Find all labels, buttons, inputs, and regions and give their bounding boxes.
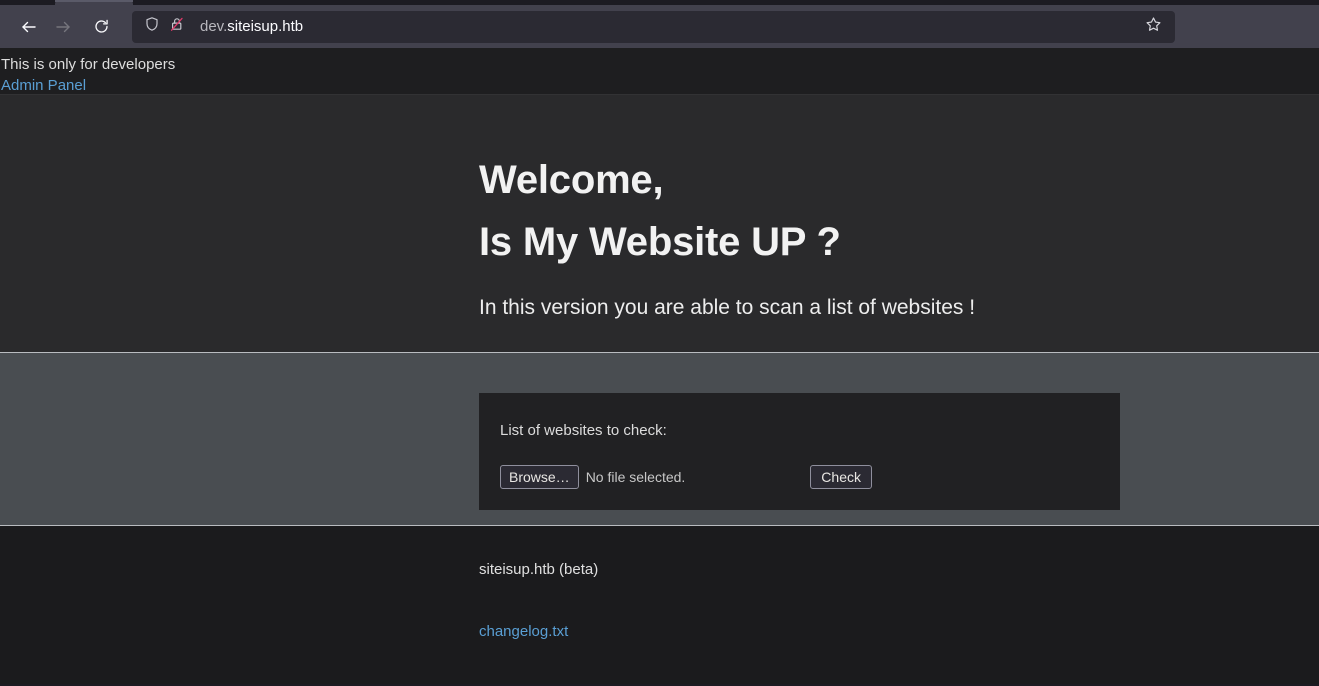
- url-prefix: dev.: [200, 18, 228, 35]
- developer-banner: This is only for developers Admin Panel: [0, 48, 1319, 94]
- crossed-out-lock-icon[interactable]: [169, 16, 185, 37]
- page-content: This is only for developers Admin Panel …: [0, 48, 1319, 686]
- hero-section: Welcome, Is My Website UP ? In this vers…: [0, 94, 1319, 352]
- shield-icon[interactable]: [144, 16, 160, 37]
- upload-card: List of websites to check: Browse… No fi…: [479, 393, 1120, 510]
- bookmark-star-icon: [1145, 16, 1162, 38]
- page-footer: siteisup.htb (beta) changelog.txt: [0, 526, 1319, 684]
- developer-notice-text: This is only for developers: [1, 56, 176, 73]
- browse-button[interactable]: Browse…: [500, 465, 579, 489]
- url-domain: siteisup.htb: [227, 18, 304, 35]
- file-status-text: No file selected.: [585, 469, 686, 485]
- url-text[interactable]: dev.siteisup.htb: [200, 18, 1139, 35]
- urlbar-identity-icons: [144, 16, 185, 37]
- reload-button[interactable]: [84, 10, 118, 44]
- file-input-row: Browse… No file selected. Check: [500, 465, 1120, 489]
- bookmark-button[interactable]: [1139, 13, 1167, 41]
- forward-button: [46, 10, 80, 44]
- url-bar[interactable]: dev.siteisup.htb: [132, 10, 1175, 43]
- hero-title-line1: Welcome,: [479, 158, 664, 202]
- admin-panel-link[interactable]: Admin Panel: [0, 75, 86, 97]
- hero-title-line2: Is My Website UP ?: [479, 220, 841, 264]
- reload-icon: [93, 18, 110, 35]
- back-arrow-icon: [20, 18, 38, 36]
- forward-arrow-icon: [54, 18, 72, 36]
- upload-form-section: List of websites to check: Browse… No fi…: [0, 352, 1319, 526]
- hero-subtitle: In this version you are able to scan a l…: [479, 296, 976, 319]
- file-input-label: List of websites to check:: [500, 422, 667, 439]
- changelog-link[interactable]: changelog.txt: [479, 622, 568, 642]
- footer-site-title: siteisup.htb (beta): [479, 561, 599, 578]
- back-button[interactable]: [12, 10, 46, 44]
- check-submit-button[interactable]: Check: [810, 465, 872, 489]
- active-tab-accent: [55, 0, 133, 2]
- navigation-toolbar: dev.siteisup.htb: [0, 5, 1319, 48]
- browser-chrome: dev.siteisup.htb: [0, 0, 1319, 48]
